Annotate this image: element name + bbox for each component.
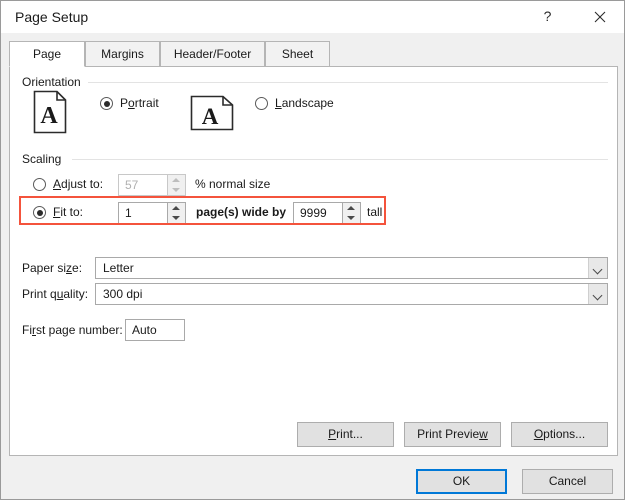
adjust-to-suffix-label: % normal size — [195, 177, 270, 191]
paper-size-chevron-down-icon[interactable] — [588, 258, 607, 278]
scaling-group-label: Scaling — [22, 152, 67, 166]
print-quality-chevron-down-icon[interactable] — [588, 284, 607, 304]
fit-to-pages-tall-input[interactable]: 9999 — [293, 202, 343, 224]
print-quality-label-after: ality: — [63, 287, 88, 301]
print-quality-value: 300 dpi — [103, 284, 142, 304]
fit-label-after: it to: — [60, 205, 83, 219]
title-bar: Page Setup ? — [1, 1, 625, 33]
first-page-label-before: Fi — [22, 323, 32, 337]
scaling-group-divider — [72, 159, 608, 160]
print-quality-label-before: Print q — [22, 287, 57, 301]
radio-landscape-label[interactable]: Landscape — [275, 96, 334, 110]
radio-portrait-label[interactable]: Portrait — [120, 96, 159, 110]
first-page-label-after: st page number: — [36, 323, 123, 337]
paper-size-label-before: Paper si — [22, 261, 66, 275]
print-quality-combobox[interactable]: 300 dpi — [95, 283, 608, 305]
options-button-after: ptions... — [543, 427, 585, 441]
radio-adjust-to-label[interactable]: Adjust to: — [53, 177, 103, 191]
radio-fit-to-label[interactable]: Fit to: — [53, 205, 83, 219]
pages-wide-spinner-up[interactable] — [168, 203, 184, 213]
page-tab-panel: Orientation A Portrait A Landscape Scali… — [9, 66, 618, 456]
fit-to-pages-wide-spinner[interactable] — [168, 202, 186, 224]
print-button[interactable]: Print... — [297, 422, 394, 447]
adjust-to-spinner-up[interactable] — [168, 175, 184, 185]
fit-to-pages-tall-spinner[interactable] — [343, 202, 361, 224]
first-page-number-input[interactable]: Auto — [125, 319, 185, 341]
pages-tall-label: tall — [367, 205, 382, 219]
print-preview-button-accelerator: w — [479, 427, 488, 441]
print-quality-label: Print quality: — [22, 287, 88, 301]
help-glyph: ? — [525, 1, 570, 32]
landscape-label-accelerator: L — [275, 96, 282, 110]
paper-size-combobox[interactable]: Letter — [95, 257, 608, 279]
adjust-label-after: djust to: — [61, 177, 103, 191]
portrait-page-icon[interactable]: A — [33, 90, 67, 137]
paper-size-label-after: e: — [72, 261, 82, 275]
options-button[interactable]: Options... — [511, 422, 608, 447]
cancel-button[interactable]: Cancel — [522, 469, 613, 494]
tab-header-footer[interactable]: Header/Footer — [160, 41, 265, 67]
adjust-to-spinner-down[interactable] — [168, 185, 184, 195]
pages-wide-spinner-down[interactable] — [168, 213, 184, 223]
landscape-label-after: andscape — [282, 96, 334, 110]
radio-landscape[interactable] — [255, 97, 268, 110]
orientation-group-label: Orientation — [22, 75, 87, 89]
tab-margins[interactable]: Margins — [85, 41, 160, 67]
pages-tall-spinner-down[interactable] — [343, 213, 359, 223]
pages-tall-spinner-up[interactable] — [343, 203, 359, 213]
tab-sheet[interactable]: Sheet — [265, 41, 330, 67]
pages-wide-by-label: page(s) wide by — [196, 205, 286, 219]
portrait-label-accelerator: o — [128, 96, 135, 110]
orientation-group-divider — [88, 82, 608, 83]
adjust-to-input[interactable]: 57 — [118, 174, 168, 196]
help-question-icon[interactable]: ? — [525, 1, 570, 32]
print-button-after: rint... — [336, 427, 363, 441]
radio-fit-to[interactable] — [33, 206, 46, 219]
window-title: Page Setup — [15, 9, 88, 25]
tab-strip: Page Margins Header/Footer Sheet — [9, 41, 618, 67]
portrait-label-before: P — [120, 96, 128, 110]
paper-size-value: Letter — [103, 258, 134, 278]
adjust-label-accelerator: A — [53, 177, 61, 191]
print-button-accelerator: P — [328, 427, 336, 441]
close-icon[interactable] — [577, 1, 622, 32]
tab-page[interactable]: Page — [9, 41, 85, 67]
portrait-label-after: rtrait — [135, 96, 159, 110]
adjust-to-spinner[interactable] — [168, 174, 186, 196]
svg-text:A: A — [40, 103, 58, 129]
radio-adjust-to[interactable] — [33, 178, 46, 191]
fit-to-pages-wide-input[interactable]: 1 — [118, 202, 168, 224]
options-button-accelerator: O — [534, 427, 543, 441]
ok-button[interactable]: OK — [416, 469, 507, 494]
paper-size-label: Paper size: — [22, 261, 82, 275]
first-page-number-label: First page number: — [22, 323, 123, 337]
page-setup-dialog: Page Setup ? Page Margins Header/Footer … — [0, 0, 625, 500]
landscape-page-icon[interactable]: A — [190, 95, 234, 134]
print-preview-button-before: Print Previe — [417, 427, 479, 441]
svg-text:A: A — [202, 104, 219, 129]
radio-portrait[interactable] — [100, 97, 113, 110]
print-preview-button[interactable]: Print Preview — [404, 422, 501, 447]
